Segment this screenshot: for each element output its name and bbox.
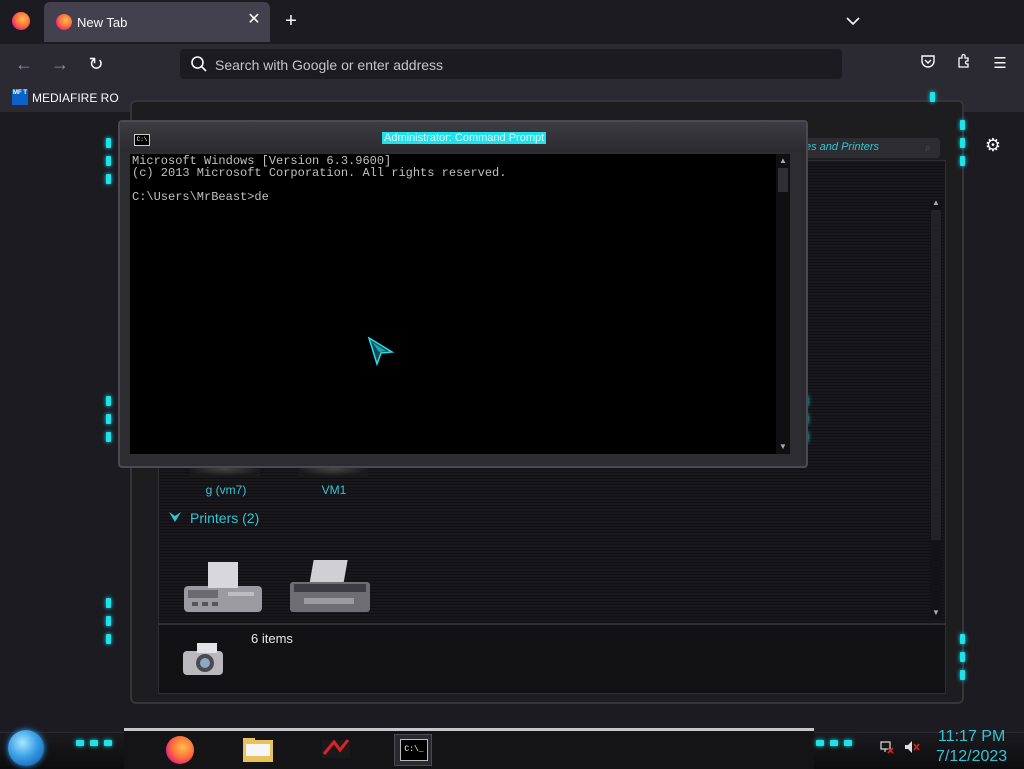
nav-bar: ← → ↻ Search with Google or enter addres… [0, 44, 1024, 84]
glow-accent [106, 414, 111, 424]
glow-accent [106, 634, 111, 644]
close-icon[interactable]: ✕ [244, 10, 264, 30]
glow-accent [960, 156, 965, 166]
taskbar-command-prompt[interactable]: C:\_ [394, 734, 432, 766]
glow-accent [830, 740, 838, 746]
chevron-down-icon[interactable] [168, 510, 182, 526]
glow-accent [76, 740, 84, 746]
chevron-down-icon[interactable] [842, 10, 864, 32]
glow-accent [960, 652, 965, 662]
explorer-status-pane: 6 items [158, 624, 946, 694]
printer-icon[interactable] [284, 558, 374, 618]
gear-icon[interactable]: ⚙ [982, 134, 1004, 156]
item-count: 6 items [251, 631, 293, 646]
console-line: (c) 2013 Microsoft Corporation. All righ… [132, 166, 507, 180]
forward-icon[interactable]: → [48, 53, 72, 75]
search-icon [191, 56, 207, 72]
taskbar-frame [124, 728, 814, 769]
glow-accent [90, 740, 98, 746]
search-icon: ⌕ [925, 142, 932, 154]
glow-accent [106, 174, 111, 184]
taskbar-file-explorer[interactable] [240, 734, 276, 764]
printers-group-header[interactable]: Printers (2) [190, 510, 259, 526]
tab-strip: New Tab ✕ + [0, 0, 1024, 44]
cmd-scroll-thumb[interactable] [778, 168, 788, 192]
console-prompt: C:\Users\MrBeast>de [132, 190, 269, 204]
cmd-title: Administrator: Command Prompt [382, 132, 547, 144]
tab-title: New Tab [77, 15, 128, 30]
scroll-up-icon[interactable]: ▲ [776, 156, 790, 165]
mediafire-icon: MF T [12, 89, 28, 105]
clock-date[interactable]: 7/12/2023 [936, 748, 1007, 766]
scroll-down-icon[interactable]: ▼ [776, 442, 790, 451]
new-tab-button[interactable]: + [280, 10, 302, 32]
cmd-icon: C:\_ [400, 739, 428, 761]
pocket-icon[interactable] [917, 53, 939, 75]
bookmark-mediafire[interactable]: MEDIAFIRE RO [32, 91, 119, 105]
cmd-console[interactable]: Microsoft Windows [Version 6.3.9600] (c)… [130, 154, 776, 454]
command-prompt-window: C:\ Administrator: Command Prompt Micros… [118, 120, 808, 468]
glow-accent [816, 740, 824, 746]
extensions-icon[interactable] [953, 53, 975, 75]
glow-accent [930, 92, 935, 102]
glow-accent [960, 138, 965, 148]
tab-new-tab[interactable]: New Tab ✕ [44, 2, 270, 42]
glow-accent [844, 740, 852, 746]
network-icon[interactable] [880, 740, 894, 754]
clock-time[interactable]: 11:17 PM [938, 728, 1005, 746]
start-orb-icon[interactable] [8, 730, 44, 766]
glow-accent [106, 616, 111, 626]
address-bar[interactable]: Search with Google or enter address [180, 49, 842, 79]
cmd-titlebar[interactable]: C:\ Administrator: Command Prompt [120, 122, 806, 152]
glow-accent [106, 396, 111, 406]
explorer-search-box[interactable]: es and Printers ⌕ [800, 138, 940, 158]
glow-accent [106, 138, 111, 148]
cmd-icon: C:\ [134, 134, 150, 146]
app-icon [322, 739, 350, 758]
glow-accent [106, 598, 111, 608]
printer-icon[interactable] [178, 558, 268, 618]
cursor-icon [367, 336, 395, 367]
address-placeholder: Search with Google or enter address [215, 57, 444, 73]
glow-accent [960, 634, 965, 644]
volume-muted-icon[interactable] [904, 740, 920, 754]
glow-accent [106, 432, 111, 442]
folder-icon [243, 738, 273, 762]
explorer-search-text: es and Printers [805, 141, 879, 153]
firefox-icon[interactable] [12, 12, 30, 30]
device-label[interactable]: g (vm7) [196, 483, 256, 497]
back-icon[interactable]: ← [12, 53, 36, 75]
camera-icon [183, 643, 223, 675]
device-label[interactable]: VM1 [304, 483, 364, 497]
glow-accent [960, 120, 965, 130]
taskbar-app[interactable] [318, 734, 354, 764]
glow-accent [960, 670, 965, 680]
glow-accent [104, 740, 112, 746]
taskbar-firefox[interactable] [162, 734, 198, 764]
reload-icon[interactable]: ↻ [84, 53, 108, 75]
scroll-down-icon[interactable]: ▼ [930, 608, 942, 617]
menu-icon[interactable]: ☰ [989, 53, 1011, 75]
glow-accent [106, 156, 111, 166]
firefox-icon [56, 14, 72, 30]
scroll-up-icon[interactable]: ▲ [930, 198, 942, 207]
explorer-scroll-thumb[interactable] [931, 210, 941, 540]
firefox-icon [166, 736, 194, 764]
cmd-scrollbar[interactable] [776, 154, 790, 454]
